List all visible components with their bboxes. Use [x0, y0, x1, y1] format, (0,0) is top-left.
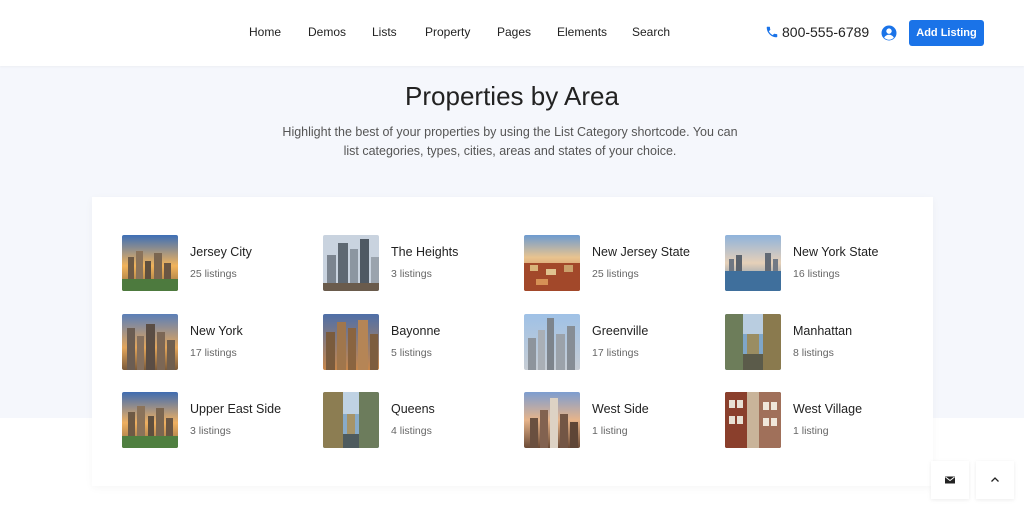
area-thumbnail	[524, 392, 580, 448]
nav-lists[interactable]: Lists	[372, 25, 397, 39]
area-count: 16 listings	[793, 268, 840, 280]
area-count: 4 listings	[391, 425, 432, 437]
areas-card: Jersey City 25 listings The Heights 3 li…	[92, 197, 933, 486]
area-count: 17 listings	[592, 347, 639, 359]
area-item-jersey-city[interactable]: Jersey City 25 listings	[122, 235, 312, 293]
area-thumbnail	[725, 392, 781, 448]
area-item-new-york-state[interactable]: New York State 16 listings	[725, 235, 915, 293]
area-item-new-jersey-state[interactable]: New Jersey State 25 listings	[524, 235, 714, 293]
area-name: Queens	[391, 402, 435, 416]
nav-home[interactable]: Home	[249, 25, 281, 39]
area-thumbnail	[122, 235, 178, 291]
area-name: Bayonne	[391, 324, 441, 338]
area-name: New Jersey State	[592, 245, 690, 259]
area-thumbnail	[524, 314, 580, 370]
area-count: 1 listing	[592, 425, 628, 437]
nav-pages[interactable]: Pages	[497, 25, 531, 39]
area-thumbnail	[725, 235, 781, 291]
area-count: 1 listing	[793, 425, 829, 437]
site-header: Home Demos Lists Property Pages Elements…	[0, 0, 1024, 66]
add-listing-button[interactable]: Add Listing	[909, 20, 984, 46]
area-thumbnail	[725, 314, 781, 370]
nav-demos[interactable]: Demos	[308, 25, 346, 39]
phone-link[interactable]: 800-555-6789	[765, 24, 869, 40]
area-count: 8 listings	[793, 347, 834, 359]
area-name: Manhattan	[793, 324, 853, 338]
area-name: West Village	[793, 402, 863, 416]
area-count: 5 listings	[391, 347, 432, 359]
area-name: Upper East Side	[190, 402, 282, 416]
section-subtitle: Highlight the best of your properties by…	[282, 125, 738, 158]
scroll-to-top-button[interactable]	[976, 461, 1014, 499]
nav-property[interactable]: Property	[425, 25, 470, 39]
section-title: Properties by Area	[405, 81, 619, 111]
phone-icon	[766, 26, 778, 38]
nav-elements[interactable]: Elements	[557, 25, 607, 39]
area-thumbnail	[524, 235, 580, 291]
area-item-west-side[interactable]: West Side 1 listing	[524, 392, 714, 450]
area-thumbnail	[122, 314, 178, 370]
area-thumbnail	[323, 235, 379, 291]
area-name: Jersey City	[190, 245, 252, 259]
area-count: 25 listings	[190, 268, 237, 280]
area-thumbnail	[122, 392, 178, 448]
contact-button[interactable]	[931, 461, 969, 499]
area-item-greenville[interactable]: Greenville 17 listings	[524, 314, 714, 372]
area-name: New York	[190, 324, 243, 338]
area-item-new-york[interactable]: New York 17 listings	[122, 314, 312, 372]
area-item-upper-east-side[interactable]: Upper East Side 3 listings	[122, 392, 312, 450]
nav-search[interactable]: Search	[632, 25, 670, 39]
area-name: Greenville	[592, 324, 649, 338]
area-item-the-heights[interactable]: The Heights 3 listings	[323, 235, 513, 293]
phone-number: 800-555-6789	[782, 24, 870, 40]
user-icon[interactable]	[880, 24, 898, 42]
chevron-up-icon	[991, 477, 999, 482]
area-item-west-village[interactable]: West Village 1 listing	[725, 392, 915, 450]
area-count: 3 listings	[391, 268, 432, 280]
area-count: 17 listings	[190, 347, 237, 359]
area-item-queens[interactable]: Queens 4 listings	[323, 392, 513, 450]
area-name: West Side	[592, 402, 649, 416]
area-item-bayonne[interactable]: Bayonne 5 listings	[323, 314, 513, 372]
area-name: New York State	[793, 245, 879, 259]
area-name: The Heights	[391, 245, 459, 259]
area-item-manhattan[interactable]: Manhattan 8 listings	[725, 314, 915, 372]
area-count: 3 listings	[190, 425, 231, 437]
area-count: 25 listings	[592, 268, 639, 280]
area-thumbnail	[323, 392, 379, 448]
area-thumbnail	[323, 314, 379, 370]
mail-icon	[945, 476, 955, 484]
